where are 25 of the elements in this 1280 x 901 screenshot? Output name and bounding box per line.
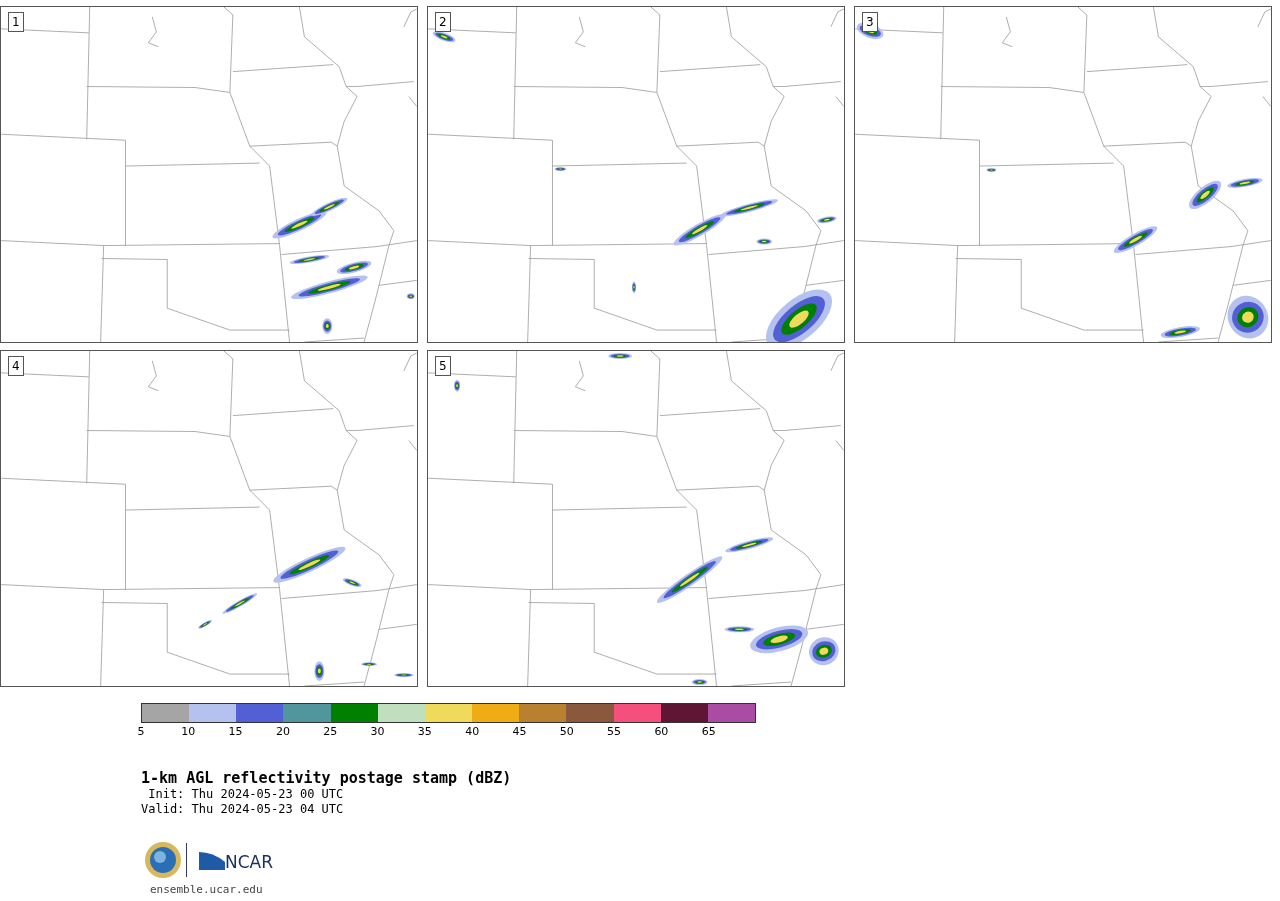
init-time: Init: Thu 2024-05-23 00 UTC: [147, 787, 345, 802]
tick-label: 50: [559, 725, 574, 738]
valid-time: Valid: Thu 2024-05-23 04 UTC: [141, 802, 345, 817]
tick-label: 55: [607, 725, 622, 738]
website-url: ensemble.ucar.edu: [150, 883, 264, 896]
tick-label: 60: [654, 725, 669, 738]
seal-icon: [144, 841, 182, 879]
tick-label: 35: [417, 725, 432, 738]
tick-label: 45: [512, 725, 527, 738]
tick-label: 15: [228, 725, 243, 738]
panel-number: 1: [8, 12, 24, 32]
tick-label: 40: [465, 725, 480, 738]
tick-label: 25: [323, 725, 338, 738]
panel-number: 5: [435, 356, 451, 376]
panel-number: 3: [862, 12, 878, 32]
tick-label: 5: [137, 725, 145, 738]
panel-number: 4: [8, 356, 24, 376]
tick-label: 65: [701, 725, 716, 738]
tick-label: 20: [275, 725, 290, 738]
logo-text: NCAR: [225, 852, 274, 872]
tick-label: 10: [181, 725, 196, 738]
tick-label: 30: [370, 725, 385, 738]
chart-title: 1-km AGL reflectivity postage stamp (dBZ): [141, 769, 513, 787]
panel-number: 2: [435, 12, 451, 32]
logo-icon: [199, 850, 225, 870]
